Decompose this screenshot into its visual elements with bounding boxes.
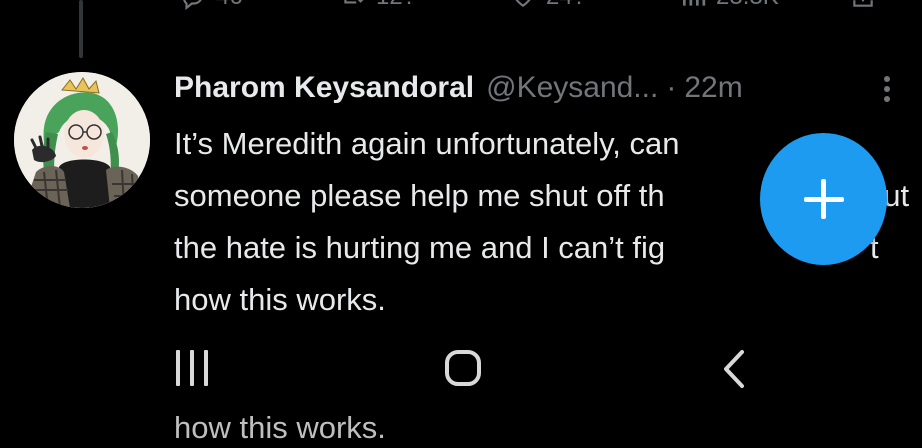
tweet-header: Pharom Keysandoral @Keysand... · 22m	[174, 68, 743, 108]
views-action[interactable]: 23.3K	[680, 0, 779, 12]
plus-icon	[803, 179, 844, 219]
display-name[interactable]: Pharom Keysandoral	[174, 71, 474, 105]
share-icon	[853, 0, 873, 7]
tweet-text-line-4: how this works.	[174, 282, 386, 317]
compose-tweet-button[interactable]	[760, 133, 887, 265]
more-vertical-icon[interactable]	[877, 72, 897, 106]
system-nav-bar	[0, 330, 922, 410]
recent-apps-icon[interactable]	[172, 348, 218, 388]
ghost-text: how this works.	[174, 410, 386, 445]
previous-tweet-actions: 46 12? 24? 23.3K	[150, 0, 910, 12]
separator: ·	[666, 71, 677, 104]
home-icon[interactable]	[445, 350, 481, 386]
avatar-image	[14, 72, 150, 208]
retweet-icon	[344, 0, 364, 4]
share-action[interactable]	[850, 0, 876, 12]
views-count: 23.3K	[716, 0, 779, 11]
user-handle[interactable]: @Keysand...	[486, 71, 658, 105]
reply-count: 46	[216, 0, 243, 11]
retweet-count: 12?	[376, 0, 416, 11]
retweet-action[interactable]: 12?	[340, 0, 416, 12]
avatar[interactable]	[14, 72, 150, 208]
like-action[interactable]: 24?	[510, 0, 586, 12]
back-icon[interactable]	[718, 348, 748, 390]
like-icon	[515, 0, 531, 7]
reply-action[interactable]: 46	[180, 0, 243, 12]
thread-line	[79, 0, 83, 58]
timestamp[interactable]: 22m	[684, 71, 742, 105]
like-count: 24?	[546, 0, 586, 11]
views-icon	[682, 0, 706, 6]
reply-icon	[183, 0, 202, 10]
